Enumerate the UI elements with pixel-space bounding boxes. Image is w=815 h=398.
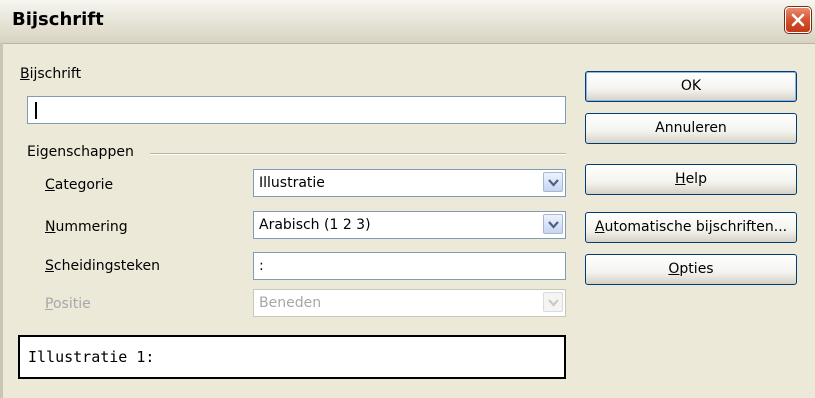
caption-label-mnemonic: B	[20, 66, 30, 82]
category-value: Illustratie	[259, 175, 325, 191]
cancel-button[interactable]: Annuleren	[585, 113, 797, 144]
category-label: Categorie	[45, 177, 113, 193]
close-button[interactable]	[785, 7, 811, 33]
caption-label: Bijschrift	[20, 66, 81, 82]
options-button-mnemonic: O	[668, 261, 680, 277]
separator-label-rest: cheidingsteken	[53, 258, 160, 274]
category-dropdown-button[interactable]	[543, 172, 563, 192]
chevron-down-icon	[548, 179, 559, 187]
position-label-mnemonic: P	[45, 296, 53, 312]
numbering-label-mnemonic: N	[45, 219, 56, 235]
position-label: Positie	[45, 296, 91, 312]
text-caret	[35, 102, 37, 119]
auto-caption-button-rest: utomatische bijschriften...	[604, 219, 788, 235]
caption-dialog: Bijschrift Bijschrift Eigenschappen Cate…	[0, 0, 815, 398]
category-label-mnemonic: C	[45, 177, 55, 193]
chevron-down-icon	[548, 221, 559, 229]
position-dropdown-button	[543, 292, 563, 312]
numbering-value: Arabisch (1 2 3)	[259, 217, 371, 233]
separator-input[interactable]: :	[253, 252, 566, 280]
caption-label-rest: ijschrift	[29, 66, 82, 82]
auto-caption-button[interactable]: Automatische bijschriften...	[585, 212, 797, 243]
options-button-rest: pties	[679, 261, 714, 277]
window-title: Bijschrift	[12, 9, 104, 30]
numbering-label: Nummering	[45, 219, 128, 235]
properties-separator-line	[150, 153, 566, 155]
help-button-mnemonic: H	[675, 171, 686, 187]
separator-value: :	[259, 258, 264, 274]
position-label-rest: ositie	[52, 296, 91, 312]
help-button-rest: elp	[685, 171, 707, 187]
caption-preview: Illustratie 1:	[18, 335, 566, 379]
close-icon	[791, 13, 805, 27]
numbering-dropdown-button[interactable]	[543, 214, 563, 234]
caption-input[interactable]	[27, 96, 566, 124]
properties-heading: Eigenschappen	[27, 144, 134, 160]
position-value: Beneden	[259, 295, 322, 311]
separator-label: Scheidingsteken	[45, 258, 160, 274]
chevron-down-icon	[548, 299, 559, 307]
numbering-combobox[interactable]: Arabisch (1 2 3)	[253, 211, 566, 239]
numbering-label-rest: ummering	[55, 219, 128, 235]
title-bar[interactable]: Bijschrift	[0, 0, 815, 44]
category-combobox[interactable]: Illustratie	[253, 169, 566, 197]
ok-button[interactable]: OK	[585, 71, 797, 102]
help-button[interactable]: Help	[585, 164, 797, 195]
options-button[interactable]: Opties	[585, 254, 797, 285]
separator-label-mnemonic: S	[45, 258, 54, 274]
position-combobox: Beneden	[253, 289, 566, 317]
category-label-rest: ategorie	[54, 177, 114, 193]
